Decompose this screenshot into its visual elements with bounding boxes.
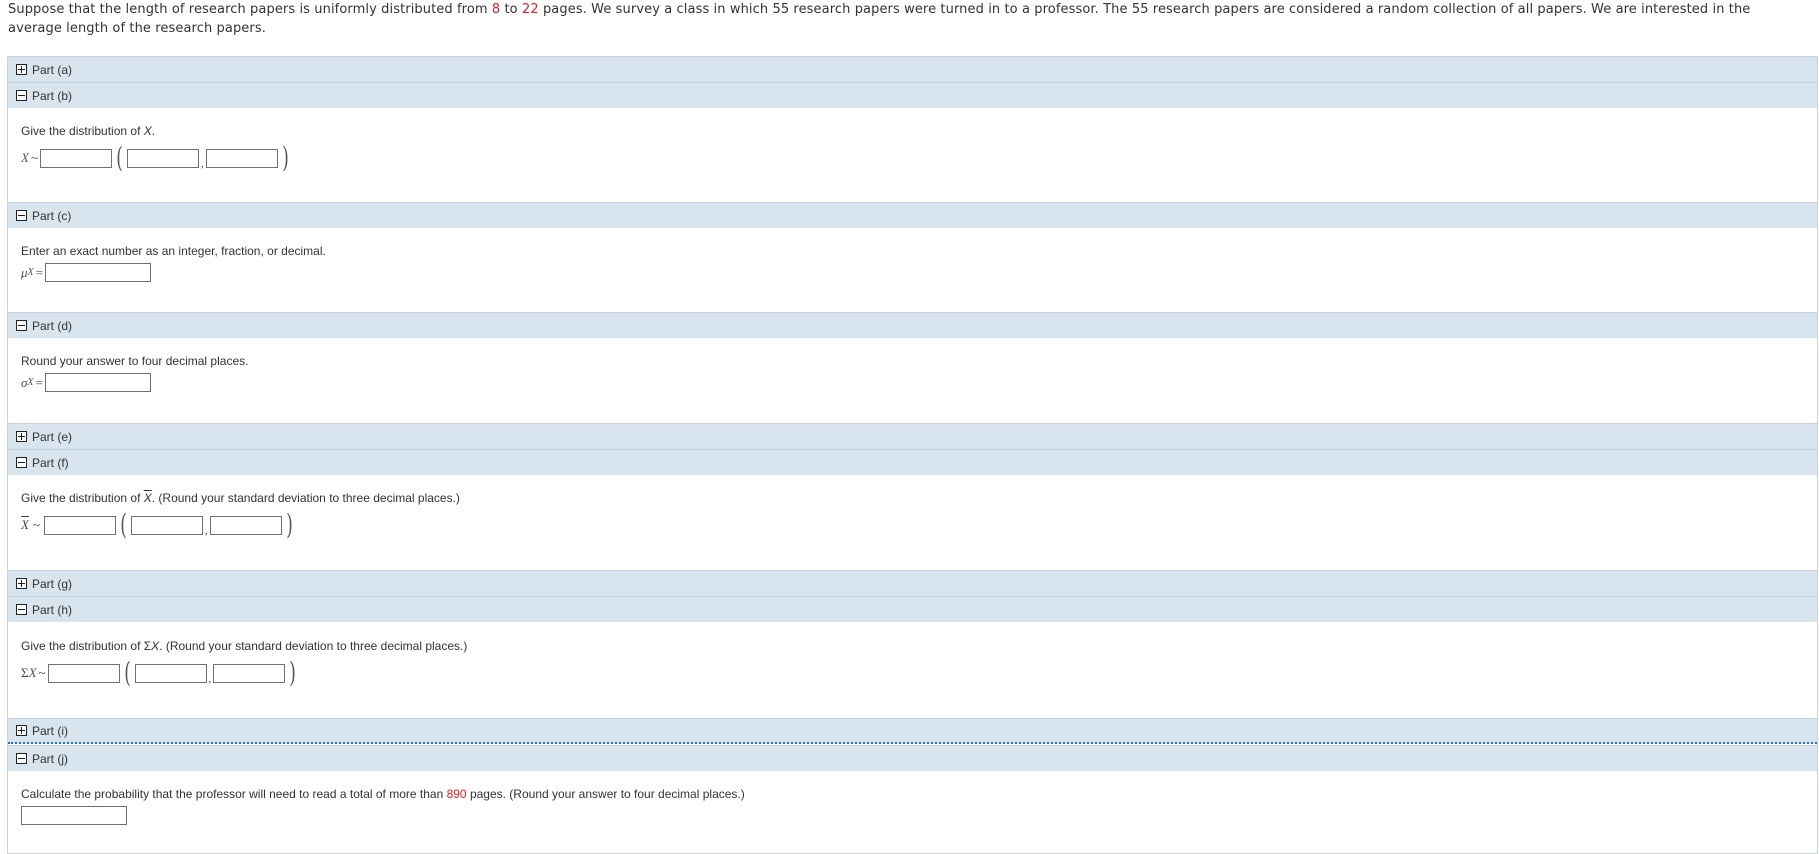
- collapse-icon[interactable]: [16, 457, 27, 468]
- part-h-header[interactable]: Part (h): [8, 596, 1817, 622]
- part-label: Part (i): [32, 723, 68, 738]
- problem-text: Suppose that the length of research pape…: [8, 2, 492, 17]
- part-label: Part (a): [32, 62, 73, 77]
- param2-input[interactable]: [213, 663, 286, 683]
- tilde: ~: [38, 665, 46, 680]
- distribution-name-input[interactable]: [40, 148, 112, 168]
- collapse-icon[interactable]: [16, 604, 27, 615]
- right-paren: ): [289, 656, 297, 689]
- part-h-answer-row: ΣX ~ ( , ): [21, 659, 300, 687]
- prompt-text: Give the distribution of Σ: [21, 639, 152, 653]
- param2-input[interactable]: [205, 148, 278, 168]
- expand-icon[interactable]: [16, 64, 27, 75]
- expand-icon[interactable]: [16, 578, 27, 589]
- collapse-icon[interactable]: [16, 90, 27, 101]
- part-a-header[interactable]: Part (a): [8, 56, 1817, 82]
- expand-icon[interactable]: [16, 725, 27, 736]
- probability-input[interactable]: [21, 806, 127, 825]
- part-label: Part (c): [32, 208, 72, 223]
- parts-container: Part (a) Part (b) Give the distribution …: [7, 56, 1818, 854]
- part-b-prompt: Give the distribution of X.: [21, 124, 155, 138]
- std-dev-input[interactable]: [44, 373, 151, 392]
- comma: ,: [204, 525, 208, 537]
- part-c-answer-row: μX =: [21, 263, 151, 282]
- prompt-text: Give the distribution of: [21, 124, 144, 138]
- left-paren: (: [116, 141, 123, 174]
- part-i-header[interactable]: Part (i): [8, 718, 1817, 744]
- prompt-text: .: [151, 124, 156, 138]
- part-f-header[interactable]: Part (f): [8, 449, 1817, 475]
- part-f-prompt: Give the distribution of X. (Round your …: [21, 491, 460, 505]
- part-d-prompt: Round your answer to four decimal places…: [21, 354, 249, 368]
- prompt-text: . (Round your standard deviation to thre…: [159, 639, 468, 653]
- part-label: Part (j): [32, 751, 68, 766]
- distribution-name-input[interactable]: [47, 663, 120, 683]
- mean-input[interactable]: [44, 263, 151, 282]
- sum-symbol: Σ: [21, 665, 29, 680]
- param1-input[interactable]: [126, 148, 199, 168]
- part-g-header[interactable]: Part (g): [8, 570, 1817, 596]
- prompt-text: pages. (Round your answer to four decima…: [466, 787, 745, 801]
- prompt-text: Calculate the probability that the profe…: [21, 787, 447, 801]
- subscript-x: X: [27, 377, 34, 388]
- part-label: Part (g): [32, 576, 73, 591]
- subscript-x: X: [27, 267, 34, 278]
- x-symbol: X: [21, 150, 29, 165]
- collapse-icon[interactable]: [16, 753, 27, 764]
- part-j-prompt: Calculate the probability that the profe…: [21, 787, 745, 801]
- part-label: Part (e): [32, 429, 73, 444]
- right-paren: ): [281, 141, 289, 174]
- expand-icon[interactable]: [16, 431, 27, 442]
- part-j-header[interactable]: Part (j): [8, 745, 1817, 771]
- high-value: 22: [521, 2, 539, 17]
- part-label: Part (h): [32, 602, 73, 617]
- collapse-icon[interactable]: [16, 320, 27, 331]
- collapse-icon[interactable]: [16, 210, 27, 221]
- part-b-answer-row: X ~ ( , ): [21, 144, 293, 172]
- part-c-prompt: Enter an exact number as an integer, fra…: [21, 244, 326, 258]
- tilde: ~: [32, 517, 40, 532]
- low-value: 8: [491, 2, 501, 17]
- problem-text: to: [500, 2, 522, 17]
- prompt-text: . (Round your standard deviation to thre…: [151, 491, 460, 505]
- right-paren: ): [285, 508, 293, 541]
- x-bar-symbol: X: [21, 517, 29, 532]
- left-paren: (: [123, 656, 131, 689]
- equals-sign: =: [35, 374, 43, 390]
- problem-statement: Suppose that the length of research pape…: [8, 0, 1808, 38]
- param2-input[interactable]: [209, 515, 282, 535]
- param1-input[interactable]: [130, 515, 203, 535]
- part-h-prompt: Give the distribution of ΣX. (Round your…: [21, 639, 467, 653]
- part-d-header[interactable]: Part (d): [8, 312, 1817, 338]
- threshold-value: 890: [446, 787, 467, 801]
- part-b-header[interactable]: Part (b): [8, 82, 1817, 108]
- x-bar-symbol: X: [143, 491, 152, 505]
- param1-input[interactable]: [134, 663, 207, 683]
- x-symbol: X: [28, 665, 37, 680]
- comma: ,: [208, 673, 212, 685]
- prompt-var: X: [151, 639, 160, 653]
- part-label: Part (f): [32, 455, 69, 470]
- tilde: ~: [30, 150, 38, 165]
- distribution-name-input[interactable]: [44, 515, 116, 535]
- prompt-var: X: [143, 124, 152, 138]
- part-f-answer-row: X ~ ( , ): [21, 511, 297, 539]
- equals-sign: =: [35, 264, 43, 280]
- prompt-text: Give the distribution of: [21, 491, 144, 505]
- left-paren: (: [120, 508, 127, 541]
- comma: ,: [200, 158, 204, 170]
- part-e-header[interactable]: Part (e): [8, 423, 1817, 449]
- part-j-answer-row: [21, 806, 127, 825]
- part-label: Part (b): [32, 88, 73, 103]
- part-label: Part (d): [32, 318, 73, 333]
- part-c-header[interactable]: Part (c): [8, 202, 1817, 228]
- part-d-answer-row: σX =: [21, 373, 151, 392]
